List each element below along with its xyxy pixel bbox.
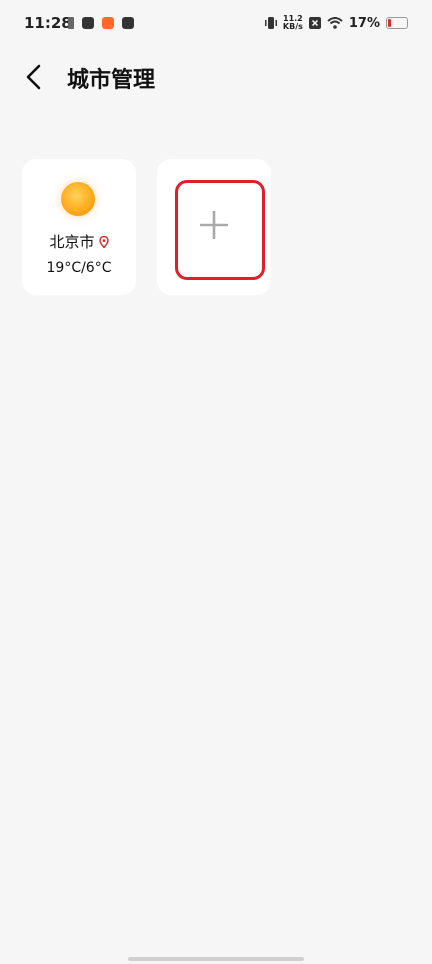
vibrate-icon [264,17,277,29]
network-speed: 11.2 KB/s [283,15,303,31]
city-card[interactable]: 北京市 19°C/6°C [22,159,136,295]
page-header: 城市管理 [0,56,432,100]
app-notification-icon [82,17,94,29]
status-system-icons: 11.2 KB/s 17% [264,15,408,31]
chevron-left-icon [26,64,41,90]
phone-icon [68,17,74,29]
temperature-range: 19°C/6°C [46,260,112,276]
battery-icon [386,17,408,29]
back-button[interactable] [20,62,50,92]
wifi-icon [327,17,343,29]
page-title: 城市管理 [67,68,156,93]
sim-off-icon [308,17,321,29]
gesture-bar[interactable] [128,957,304,961]
status-time: 11:28 [24,14,72,32]
location-pin-icon [98,236,109,248]
plus-icon[interactable] [200,211,228,239]
status-notification-icons [68,17,134,29]
battery-percent: 17% [348,15,380,31]
add-city-card[interactable] [157,159,271,295]
city-name-row: 北京市 [22,231,136,252]
app-notification-icon [122,17,134,29]
city-name: 北京市 [49,233,95,251]
app-notification-icon [102,17,114,29]
network-speed-unit: KB/s [282,22,303,31]
status-bar: 11:28 11.2 KB/s 17% [0,0,432,50]
sun-icon [61,182,95,216]
